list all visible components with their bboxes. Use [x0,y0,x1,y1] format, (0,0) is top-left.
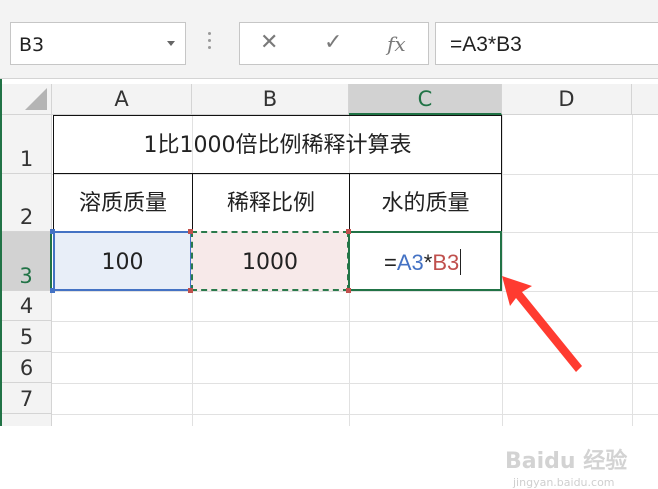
cell-a3[interactable]: 100 [53,231,192,291]
check-icon[interactable]: ✓ [324,30,342,55]
column-header-e[interactable] [632,84,658,115]
formula-text: =A3*B3 [450,33,522,56]
text-caret [460,249,462,275]
row-header-3[interactable]: 3 [2,232,52,291]
formula-buttons: ✕ ✓ fx [239,22,429,65]
row-number: 2 [19,205,34,229]
formula-prefix: = [384,250,397,275]
watermark-url: jingyan.baidu.com [513,476,615,489]
gridline [632,115,633,426]
column-header-b[interactable]: B [192,84,349,115]
range-handle[interactable] [50,229,55,234]
range-handle[interactable] [188,229,193,234]
row-header-7[interactable]: 7 [2,383,52,414]
column-header-c[interactable]: C [349,84,502,115]
range-handle[interactable] [346,288,351,293]
name-box-value: B3 [19,34,45,56]
row-number: 1 [19,147,34,171]
row-header-5[interactable]: 5 [2,321,52,352]
grip-icon [208,32,212,54]
row-header-1[interactable]: 1 [2,115,52,174]
gridline [52,383,658,384]
row-number: 6 [19,356,34,380]
formula-toolbar: B3 ✕ ✓ fx =A3*B3 [0,0,658,79]
select-all-button[interactable] [2,84,52,115]
header-cell-dilution-ratio[interactable]: 稀释比例 [192,173,350,232]
range-handle[interactable] [346,229,351,234]
row-header-8[interactable] [2,414,52,426]
close-icon[interactable]: ✕ [260,30,278,55]
gridline [52,414,658,415]
row-number: 3 [19,264,33,288]
row-header-4[interactable]: 4 [2,291,52,321]
column-header-d[interactable]: D [502,84,632,115]
formula-ref-a3: A3 [396,250,424,275]
column-header-a[interactable]: A [52,84,192,115]
row-number: 4 [19,294,34,318]
row-header-6[interactable]: 6 [2,352,52,383]
range-handle[interactable] [50,288,55,293]
formula-input[interactable]: =A3*B3 [435,22,658,65]
range-handle[interactable] [188,288,193,293]
header-cell-solute-mass[interactable]: 溶质质量 [53,173,193,232]
function-icon[interactable]: fx [387,32,406,56]
worksheet-grid: A B C D 1 2 3 4 5 6 7 1比1000倍比例稀释计算表 溶质质… [0,78,658,489]
row-header-2[interactable]: 2 [2,174,52,232]
formula-ref-b3: B3 [432,250,460,275]
cell-c3-editing[interactable]: =A3*B3 [348,231,502,291]
red-arrow-annotation [502,276,582,372]
cell-b3[interactable]: 1000 [191,231,349,291]
chevron-down-icon[interactable] [167,41,175,46]
name-box[interactable]: B3 [10,22,186,65]
header-cell-water-mass[interactable]: 水的质量 [349,173,502,232]
row-number: 5 [19,325,34,349]
row-number: 7 [19,387,34,411]
table-title-cell[interactable]: 1比1000倍比例稀释计算表 [53,115,502,174]
watermark-logo: Baidu 经验 [505,449,628,474]
